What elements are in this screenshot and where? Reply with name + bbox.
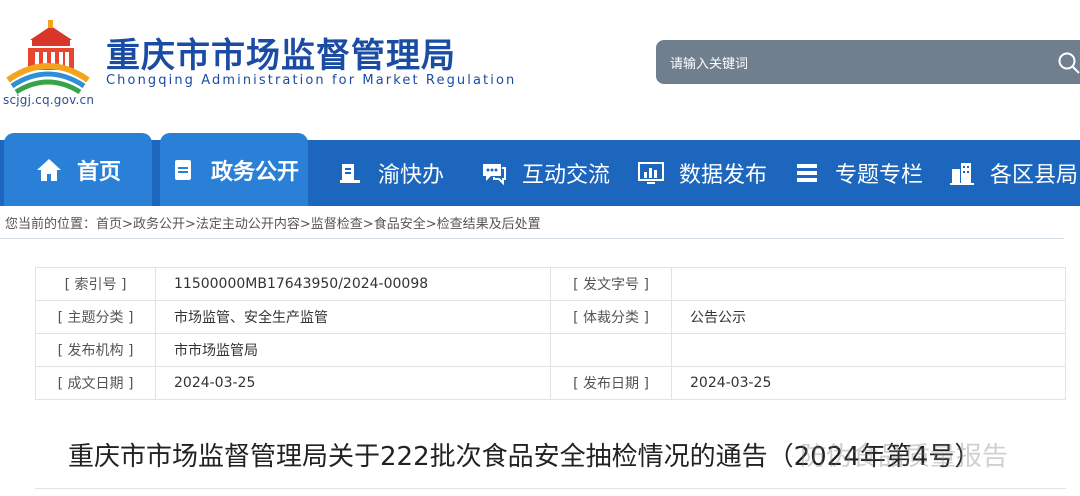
breadcrumb-divider: [0, 238, 1064, 239]
service-icon: [340, 164, 360, 183]
topic-value: 市场监管、安全生产监管: [155, 300, 551, 334]
index-label: [ 索引号 ]: [35, 267, 156, 301]
breadcrumb-separator: >: [425, 217, 437, 232]
table-row: [ 成文日期 ] 2024-03-25 [ 发布日期 ] 2024-03-25: [35, 366, 1066, 400]
nav-item-special-topics[interactable]: 专题专栏: [793, 140, 923, 206]
search-input[interactable]: [670, 53, 1030, 73]
publish-date-value: 2024-03-25: [671, 366, 1066, 400]
nav-item-government-affairs[interactable]: 政务公开: [160, 133, 308, 206]
breadcrumb-link-inspection[interactable]: 监督检查: [311, 217, 363, 232]
site-subtitle: Chongqing Administration for Market Regu…: [106, 73, 517, 88]
written-date-label: [ 成文日期 ]: [35, 366, 156, 400]
emblem-logo-icon[interactable]: [2, 18, 94, 96]
nav-item-interaction[interactable]: 互动交流: [480, 140, 610, 206]
empty-cell: [671, 333, 1066, 367]
document-icon: [174, 159, 191, 180]
chart-icon: [638, 162, 664, 184]
chat-icon: [483, 164, 506, 186]
breadcrumb: 您当前的位置：首页>政务公开>法定主动公开内容>监督检查>食品安全>检查结果及后…: [5, 213, 541, 232]
search-icon[interactable]: [1057, 51, 1080, 75]
empty-cell: [550, 333, 672, 367]
table-row: [ 发布机构 ] 市市场监管局: [35, 333, 1066, 367]
written-date-value: 2024-03-25: [155, 366, 551, 400]
nav-label: 政务公开: [210, 159, 299, 185]
doc-number-label: [ 发文字号 ]: [550, 267, 672, 301]
document-info-table: [ 索引号 ] 11500000MB17643950/2024-00098 [ …: [35, 267, 1066, 400]
title-divider: [35, 488, 1066, 489]
building-icon: [950, 163, 974, 185]
index-value: 11500000MB17643950/2024-00098: [155, 267, 551, 301]
genre-value: 公告公示: [671, 300, 1066, 334]
nav-item-yukuaiban[interactable]: 渝快办: [336, 140, 444, 206]
search-box: [656, 40, 1080, 84]
doc-number-value: [671, 267, 1066, 301]
nav-label: 各区县局: [990, 163, 1079, 188]
nav-item-districts[interactable]: 各区县局: [948, 140, 1078, 206]
genre-label: [ 体裁分类 ]: [550, 300, 672, 334]
breadcrumb-link-home[interactable]: 首页: [96, 217, 122, 232]
main-nav: 首页 政务公开 渝快办 互动交流 数据发布 专题专栏 各区县局: [0, 133, 1080, 206]
nav-label: 渝快办: [378, 163, 445, 188]
nav-item-data-release[interactable]: 数据发布: [637, 140, 767, 206]
table-row: [ 索引号 ] 11500000MB17643950/2024-00098 [ …: [35, 267, 1066, 301]
breadcrumb-link-results[interactable]: 检查结果及后处置: [437, 217, 541, 232]
site-header: scjgj.cq.gov.cn 重庆市市场监督管理局 Chongqing Adm…: [0, 0, 1080, 130]
breadcrumb-separator: >: [184, 217, 196, 232]
nav-label: 数据发布: [679, 163, 768, 188]
breadcrumb-link-statutory[interactable]: 法定主动公开内容: [196, 217, 300, 232]
nav-label: 首页: [76, 159, 121, 185]
breadcrumb-link-food-safety[interactable]: 食品安全: [374, 217, 426, 232]
site-domain: scjgj.cq.gov.cn: [3, 93, 95, 107]
breadcrumb-separator: >: [362, 217, 374, 232]
publish-date-label: [ 发布日期 ]: [550, 366, 672, 400]
list-icon: [797, 164, 817, 182]
site-title[interactable]: 重庆市市场监督管理局: [106, 28, 456, 77]
breadcrumb-separator: >: [299, 217, 311, 232]
table-row: [ 主题分类 ] 市场监管、安全生产监管 [ 体裁分类 ] 公告公示: [35, 300, 1066, 334]
home-icon: [36, 158, 61, 181]
issuer-value: 市市场监管局: [155, 333, 551, 367]
breadcrumb-separator: >: [122, 217, 133, 232]
breadcrumb-link-gov[interactable]: 政务公开: [133, 217, 185, 232]
breadcrumb-prefix: 您当前的位置：: [5, 217, 97, 232]
issuer-label: [ 发布机构 ]: [35, 333, 156, 367]
nav-label: 专题专栏: [835, 163, 924, 188]
nav-label: 互动交流: [522, 163, 611, 188]
nav-item-home[interactable]: 首页: [4, 133, 152, 206]
document-title: 重庆市市场监督管理局关于222批次食品安全抽检情况的通告（2024年第4号）: [68, 442, 981, 472]
topic-label: [ 主题分类 ]: [35, 300, 156, 334]
